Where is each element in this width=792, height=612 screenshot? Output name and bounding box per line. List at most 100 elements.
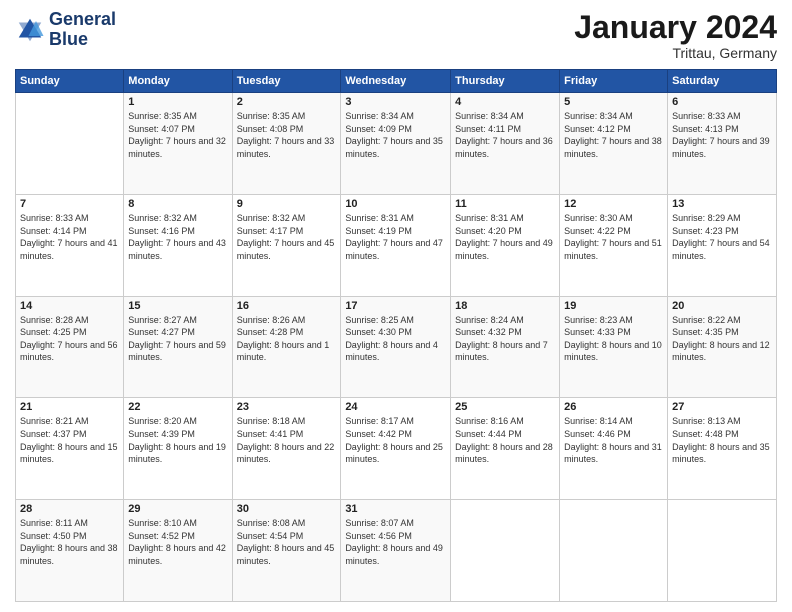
sunrise-text: Sunrise: 8:08 AM (237, 518, 306, 528)
table-row: 15 Sunrise: 8:27 AM Sunset: 4:27 PM Dayl… (124, 296, 232, 398)
daylight-text: Daylight: 8 hours and 25 minutes. (345, 442, 443, 465)
calendar-header-row: Sunday Monday Tuesday Wednesday Thursday… (16, 70, 777, 93)
daylight-text: Daylight: 7 hours and 36 minutes. (455, 136, 553, 159)
table-row (668, 500, 777, 602)
day-info: Sunrise: 8:34 AM Sunset: 4:11 PM Dayligh… (455, 110, 555, 160)
sunrise-text: Sunrise: 8:10 AM (128, 518, 197, 528)
day-info: Sunrise: 8:22 AM Sunset: 4:35 PM Dayligh… (672, 314, 772, 364)
day-number: 31 (345, 503, 446, 515)
col-thursday: Thursday (451, 70, 560, 93)
daylight-text: Daylight: 8 hours and 10 minutes. (564, 340, 662, 363)
day-info: Sunrise: 8:32 AM Sunset: 4:16 PM Dayligh… (128, 212, 227, 262)
col-saturday: Saturday (668, 70, 777, 93)
day-number: 10 (345, 198, 446, 210)
daylight-text: Daylight: 8 hours and 42 minutes. (128, 543, 226, 566)
calendar-week-row: 21 Sunrise: 8:21 AM Sunset: 4:37 PM Dayl… (16, 398, 777, 500)
table-row: 13 Sunrise: 8:29 AM Sunset: 4:23 PM Dayl… (668, 194, 777, 296)
sunrise-text: Sunrise: 8:35 AM (128, 111, 197, 121)
logo-text: General Blue (49, 10, 116, 50)
table-row: 25 Sunrise: 8:16 AM Sunset: 4:44 PM Dayl… (451, 398, 560, 500)
sunset-text: Sunset: 4:27 PM (128, 327, 195, 337)
daylight-text: Daylight: 8 hours and 45 minutes. (237, 543, 335, 566)
sunset-text: Sunset: 4:13 PM (672, 124, 739, 134)
sunrise-text: Sunrise: 8:25 AM (345, 315, 414, 325)
daylight-text: Daylight: 8 hours and 1 minute. (237, 340, 330, 363)
sunset-text: Sunset: 4:46 PM (564, 429, 631, 439)
table-row: 14 Sunrise: 8:28 AM Sunset: 4:25 PM Dayl… (16, 296, 124, 398)
table-row: 19 Sunrise: 8:23 AM Sunset: 4:33 PM Dayl… (560, 296, 668, 398)
table-row: 17 Sunrise: 8:25 AM Sunset: 4:30 PM Dayl… (341, 296, 451, 398)
sunset-text: Sunset: 4:42 PM (345, 429, 412, 439)
daylight-text: Daylight: 8 hours and 19 minutes. (128, 442, 226, 465)
daylight-text: Daylight: 8 hours and 35 minutes. (672, 442, 770, 465)
col-friday: Friday (560, 70, 668, 93)
sunrise-text: Sunrise: 8:28 AM (20, 315, 89, 325)
day-number: 13 (672, 198, 772, 210)
page: General Blue January 2024 Trittau, Germa… (0, 0, 792, 612)
day-number: 16 (237, 300, 337, 312)
day-number: 30 (237, 503, 337, 515)
sunset-text: Sunset: 4:11 PM (455, 124, 521, 134)
daylight-text: Daylight: 7 hours and 56 minutes. (20, 340, 118, 363)
day-number: 14 (20, 300, 119, 312)
table-row (16, 93, 124, 195)
day-info: Sunrise: 8:31 AM Sunset: 4:19 PM Dayligh… (345, 212, 446, 262)
daylight-text: Daylight: 7 hours and 38 minutes. (564, 136, 662, 159)
sunrise-text: Sunrise: 8:16 AM (455, 416, 524, 426)
day-info: Sunrise: 8:18 AM Sunset: 4:41 PM Dayligh… (237, 415, 337, 465)
day-info: Sunrise: 8:33 AM Sunset: 4:13 PM Dayligh… (672, 110, 772, 160)
sunset-text: Sunset: 4:39 PM (128, 429, 195, 439)
day-number: 26 (564, 401, 663, 413)
sunset-text: Sunset: 4:23 PM (672, 226, 739, 236)
daylight-text: Daylight: 7 hours and 54 minutes. (672, 238, 770, 261)
day-number: 8 (128, 198, 227, 210)
table-row: 5 Sunrise: 8:34 AM Sunset: 4:12 PM Dayli… (560, 93, 668, 195)
table-row: 12 Sunrise: 8:30 AM Sunset: 4:22 PM Dayl… (560, 194, 668, 296)
calendar-week-row: 14 Sunrise: 8:28 AM Sunset: 4:25 PM Dayl… (16, 296, 777, 398)
day-info: Sunrise: 8:25 AM Sunset: 4:30 PM Dayligh… (345, 314, 446, 364)
daylight-text: Daylight: 7 hours and 35 minutes. (345, 136, 443, 159)
day-info: Sunrise: 8:16 AM Sunset: 4:44 PM Dayligh… (455, 415, 555, 465)
day-info: Sunrise: 8:10 AM Sunset: 4:52 PM Dayligh… (128, 517, 227, 567)
day-info: Sunrise: 8:30 AM Sunset: 4:22 PM Dayligh… (564, 212, 663, 262)
sunset-text: Sunset: 4:54 PM (237, 531, 304, 541)
sunrise-text: Sunrise: 8:11 AM (20, 518, 88, 528)
table-row: 10 Sunrise: 8:31 AM Sunset: 4:19 PM Dayl… (341, 194, 451, 296)
table-row (560, 500, 668, 602)
sunrise-text: Sunrise: 8:34 AM (564, 111, 633, 121)
sunset-text: Sunset: 4:37 PM (20, 429, 87, 439)
table-row: 3 Sunrise: 8:34 AM Sunset: 4:09 PM Dayli… (341, 93, 451, 195)
sunset-text: Sunset: 4:33 PM (564, 327, 631, 337)
table-row: 4 Sunrise: 8:34 AM Sunset: 4:11 PM Dayli… (451, 93, 560, 195)
sunrise-text: Sunrise: 8:31 AM (455, 213, 524, 223)
day-number: 18 (455, 300, 555, 312)
daylight-text: Daylight: 8 hours and 22 minutes. (237, 442, 335, 465)
day-info: Sunrise: 8:26 AM Sunset: 4:28 PM Dayligh… (237, 314, 337, 364)
sunrise-text: Sunrise: 8:17 AM (345, 416, 414, 426)
daylight-text: Daylight: 7 hours and 47 minutes. (345, 238, 443, 261)
sunrise-text: Sunrise: 8:20 AM (128, 416, 197, 426)
sunrise-text: Sunrise: 8:33 AM (672, 111, 741, 121)
table-row: 22 Sunrise: 8:20 AM Sunset: 4:39 PM Dayl… (124, 398, 232, 500)
table-row (451, 500, 560, 602)
sunrise-text: Sunrise: 8:18 AM (237, 416, 306, 426)
day-info: Sunrise: 8:24 AM Sunset: 4:32 PM Dayligh… (455, 314, 555, 364)
day-number: 21 (20, 401, 119, 413)
daylight-text: Daylight: 8 hours and 15 minutes. (20, 442, 118, 465)
table-row: 26 Sunrise: 8:14 AM Sunset: 4:46 PM Dayl… (560, 398, 668, 500)
table-row: 8 Sunrise: 8:32 AM Sunset: 4:16 PM Dayli… (124, 194, 232, 296)
sunset-text: Sunset: 4:19 PM (345, 226, 412, 236)
sunrise-text: Sunrise: 8:13 AM (672, 416, 741, 426)
col-wednesday: Wednesday (341, 70, 451, 93)
table-row: 23 Sunrise: 8:18 AM Sunset: 4:41 PM Dayl… (232, 398, 341, 500)
day-info: Sunrise: 8:20 AM Sunset: 4:39 PM Dayligh… (128, 415, 227, 465)
day-number: 4 (455, 96, 555, 108)
calendar-week-row: 28 Sunrise: 8:11 AM Sunset: 4:50 PM Dayl… (16, 500, 777, 602)
sunrise-text: Sunrise: 8:34 AM (345, 111, 414, 121)
day-number: 29 (128, 503, 227, 515)
day-number: 22 (128, 401, 227, 413)
sunrise-text: Sunrise: 8:14 AM (564, 416, 633, 426)
sunset-text: Sunset: 4:50 PM (20, 531, 87, 541)
table-row: 30 Sunrise: 8:08 AM Sunset: 4:54 PM Dayl… (232, 500, 341, 602)
col-monday: Monday (124, 70, 232, 93)
